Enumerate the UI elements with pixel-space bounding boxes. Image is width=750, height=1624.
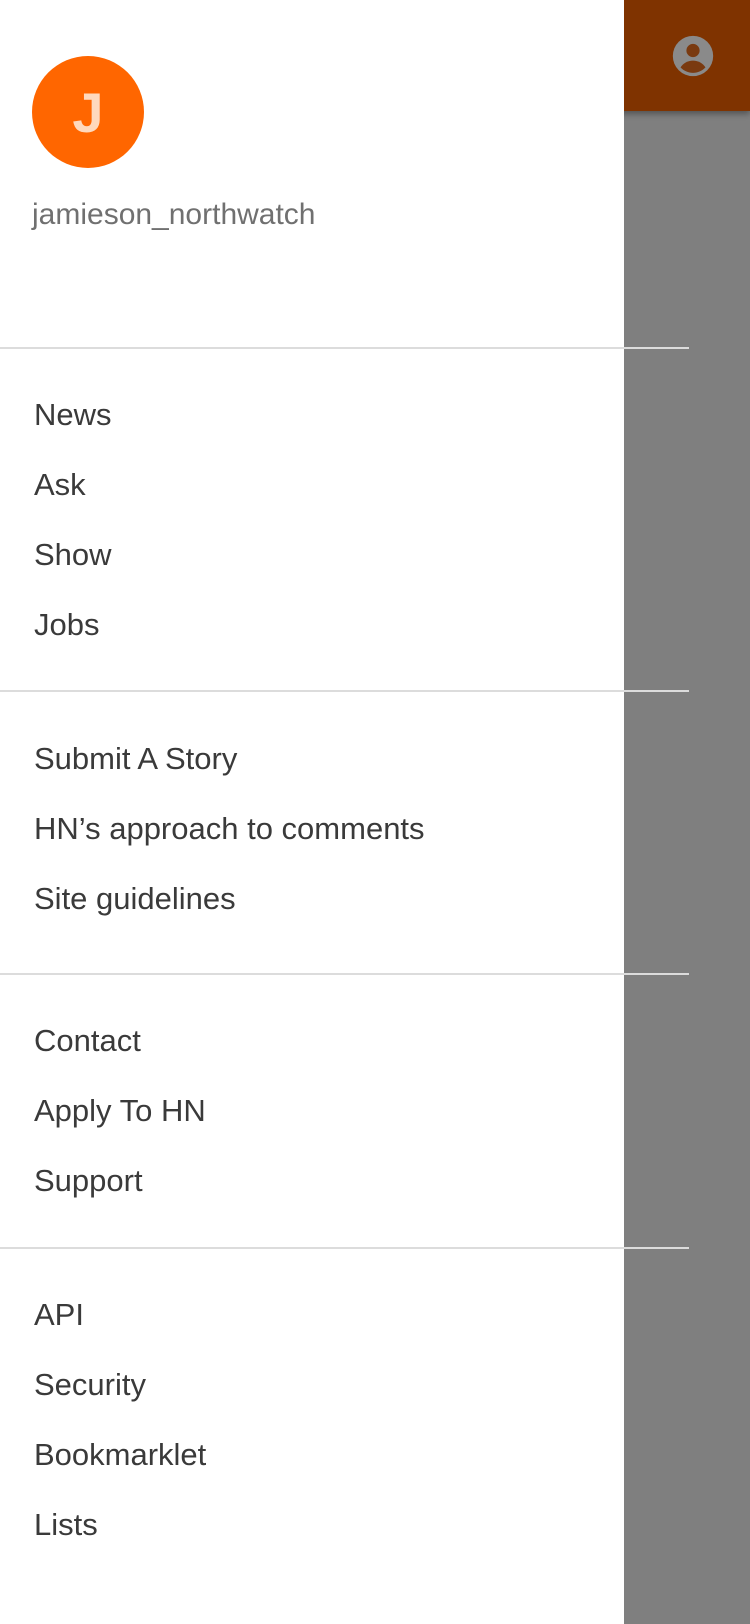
menu-item-jobs[interactable]: Jobs (0, 590, 624, 660)
menu-item-news[interactable]: News (0, 380, 624, 450)
menu-item-bookmarklet[interactable]: Bookmarklet (0, 1420, 624, 1490)
divider (0, 690, 689, 692)
username: jamieson_northwatch (32, 198, 316, 231)
divider (0, 347, 689, 349)
divider (0, 973, 689, 975)
menu-item-apply-to-hn[interactable]: Apply To HN (0, 1076, 624, 1146)
menu-item-lists[interactable]: Lists (0, 1490, 624, 1560)
menu-item-api[interactable]: API (0, 1280, 624, 1350)
navigation-drawer: J jamieson_northwatch News Ask Show Jobs… (0, 0, 689, 1624)
menu-item-ask[interactable]: Ask (0, 450, 624, 520)
account-button[interactable] (667, 30, 719, 82)
menu-item-site-guidelines[interactable]: Site guidelines (0, 864, 624, 934)
avatar[interactable]: J (32, 56, 144, 168)
menu-item-security[interactable]: Security (0, 1350, 624, 1420)
divider (0, 1247, 689, 1249)
account-circle-icon (672, 35, 714, 77)
menu-item-show[interactable]: Show (0, 520, 624, 590)
drawer-header: J jamieson_northwatch (0, 0, 624, 347)
menu-item-contact[interactable]: Contact (0, 1006, 624, 1076)
avatar-initial: J (72, 80, 104, 144)
menu-item-submit-story[interactable]: Submit A Story (0, 724, 624, 794)
menu-item-support[interactable]: Support (0, 1146, 624, 1216)
menu-item-comments-approach[interactable]: HN’s approach to comments (0, 794, 624, 864)
